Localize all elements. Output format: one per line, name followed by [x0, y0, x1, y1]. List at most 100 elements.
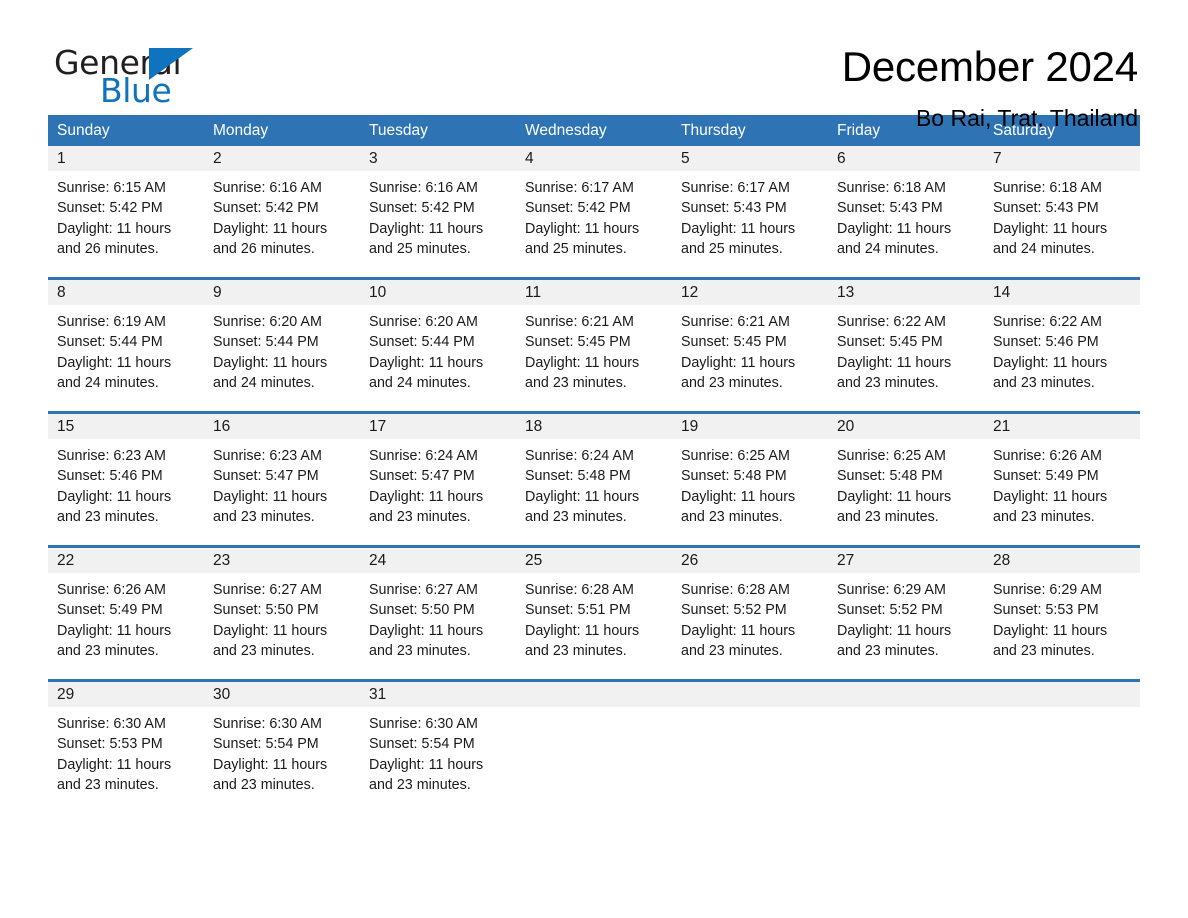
- day-cell[interactable]: 11 Sunrise: 6:21 AM Sunset: 5:45 PM Dayl…: [516, 280, 672, 411]
- logo-text-blue: Blue: [100, 71, 172, 110]
- day-cell[interactable]: 25 Sunrise: 6:28 AM Sunset: 5:51 PM Dayl…: [516, 548, 672, 679]
- day-cell[interactable]: 13 Sunrise: 6:22 AM Sunset: 5:45 PM Dayl…: [828, 280, 984, 411]
- sunrise-text: Sunrise: 6:25 AM: [837, 448, 946, 464]
- daylight-text-line1: Daylight: 11 hours: [681, 488, 796, 505]
- daylight-text-line1: Daylight: 11 hours: [993, 354, 1108, 371]
- daylight-text-line2: and 25 minutes.: [681, 240, 783, 257]
- day-cell-empty: [672, 682, 828, 813]
- day-number: [828, 682, 984, 707]
- day-info: Sunrise: 6:18 AM Sunset: 5:43 PM Dayligh…: [828, 171, 984, 259]
- daylight-text-line2: and 23 minutes.: [369, 642, 471, 659]
- day-cell[interactable]: 14 Sunrise: 6:22 AM Sunset: 5:46 PM Dayl…: [984, 280, 1140, 411]
- daylight-text-line2: and 23 minutes.: [57, 508, 159, 525]
- day-cell[interactable]: 1 Sunrise: 6:15 AM Sunset: 5:42 PM Dayli…: [48, 146, 204, 277]
- day-cell[interactable]: 29 Sunrise: 6:30 AM Sunset: 5:53 PM Dayl…: [48, 682, 204, 813]
- week-row: 22 Sunrise: 6:26 AM Sunset: 5:49 PM Dayl…: [48, 545, 1140, 679]
- day-cell[interactable]: 27 Sunrise: 6:29 AM Sunset: 5:52 PM Dayl…: [828, 548, 984, 679]
- daylight-text-line2: and 23 minutes.: [57, 642, 159, 659]
- sunset-text: Sunset: 5:47 PM: [369, 468, 475, 485]
- week-row: 15 Sunrise: 6:23 AM Sunset: 5:46 PM Dayl…: [48, 411, 1140, 545]
- day-cell[interactable]: 10 Sunrise: 6:20 AM Sunset: 5:44 PM Dayl…: [360, 280, 516, 411]
- sunrise-text: Sunrise: 6:22 AM: [993, 314, 1102, 330]
- sunrise-text: Sunrise: 6:17 AM: [525, 180, 634, 196]
- day-cell[interactable]: 16 Sunrise: 6:23 AM Sunset: 5:47 PM Dayl…: [204, 414, 360, 545]
- daylight-text-line2: and 23 minutes.: [369, 508, 471, 525]
- daylight-text-line1: Daylight: 11 hours: [837, 488, 952, 505]
- daylight-text-line1: Daylight: 11 hours: [681, 354, 796, 371]
- weekday-header-tuesday: Tuesday: [369, 122, 428, 139]
- sunrise-text: Sunrise: 6:24 AM: [369, 448, 478, 464]
- day-cell[interactable]: 23 Sunrise: 6:27 AM Sunset: 5:50 PM Dayl…: [204, 548, 360, 679]
- day-cell[interactable]: 8 Sunrise: 6:19 AM Sunset: 5:44 PM Dayli…: [48, 280, 204, 411]
- day-cell[interactable]: 3 Sunrise: 6:16 AM Sunset: 5:42 PM Dayli…: [360, 146, 516, 277]
- day-cell[interactable]: 30 Sunrise: 6:30 AM Sunset: 5:54 PM Dayl…: [204, 682, 360, 813]
- day-number: 6: [828, 146, 984, 171]
- day-number: 21: [984, 414, 1140, 439]
- daylight-text-line2: and 23 minutes.: [213, 642, 315, 659]
- sunrise-text: Sunrise: 6:23 AM: [57, 448, 166, 464]
- day-number: 29: [48, 682, 204, 707]
- day-cell[interactable]: 18 Sunrise: 6:24 AM Sunset: 5:48 PM Dayl…: [516, 414, 672, 545]
- daylight-text-line2: and 23 minutes.: [993, 642, 1095, 659]
- sunrise-text: Sunrise: 6:25 AM: [681, 448, 790, 464]
- sunset-text: Sunset: 5:50 PM: [369, 602, 475, 619]
- daylight-text-line1: Daylight: 11 hours: [525, 622, 640, 639]
- day-cell[interactable]: 20 Sunrise: 6:25 AM Sunset: 5:48 PM Dayl…: [828, 414, 984, 545]
- day-cell[interactable]: 19 Sunrise: 6:25 AM Sunset: 5:48 PM Dayl…: [672, 414, 828, 545]
- day-cell[interactable]: 9 Sunrise: 6:20 AM Sunset: 5:44 PM Dayli…: [204, 280, 360, 411]
- daylight-text-line2: and 24 minutes.: [57, 374, 159, 391]
- sunrise-text: Sunrise: 6:19 AM: [57, 314, 166, 330]
- weekday-header-friday: Friday: [837, 122, 881, 139]
- sunset-text: Sunset: 5:54 PM: [369, 736, 475, 753]
- daylight-text-line2: and 24 minutes.: [213, 374, 315, 391]
- day-cell[interactable]: 15 Sunrise: 6:23 AM Sunset: 5:46 PM Dayl…: [48, 414, 204, 545]
- day-cell[interactable]: 12 Sunrise: 6:21 AM Sunset: 5:45 PM Dayl…: [672, 280, 828, 411]
- day-cell[interactable]: 26 Sunrise: 6:28 AM Sunset: 5:52 PM Dayl…: [672, 548, 828, 679]
- day-info: Sunrise: 6:15 AM Sunset: 5:42 PM Dayligh…: [48, 171, 204, 259]
- day-cell[interactable]: 31 Sunrise: 6:30 AM Sunset: 5:54 PM Dayl…: [360, 682, 516, 813]
- daylight-text-line1: Daylight: 11 hours: [213, 488, 328, 505]
- sunset-text: Sunset: 5:46 PM: [57, 468, 163, 485]
- day-cell[interactable]: 21 Sunrise: 6:26 AM Sunset: 5:49 PM Dayl…: [984, 414, 1140, 545]
- day-cell[interactable]: 24 Sunrise: 6:27 AM Sunset: 5:50 PM Dayl…: [360, 548, 516, 679]
- daylight-text-line2: and 23 minutes.: [525, 642, 627, 659]
- day-number: [984, 682, 1140, 707]
- daylight-text-line1: Daylight: 11 hours: [837, 354, 952, 371]
- day-cell[interactable]: 28 Sunrise: 6:29 AM Sunset: 5:53 PM Dayl…: [984, 548, 1140, 679]
- sunset-text: Sunset: 5:50 PM: [213, 602, 319, 619]
- day-cell[interactable]: 6 Sunrise: 6:18 AM Sunset: 5:43 PM Dayli…: [828, 146, 984, 277]
- generalblue-logo[interactable]: General Blue: [48, 44, 198, 110]
- day-info: Sunrise: 6:17 AM Sunset: 5:42 PM Dayligh…: [516, 171, 672, 259]
- weekday-header-saturday: Saturday: [993, 122, 1056, 139]
- sunset-text: Sunset: 5:49 PM: [993, 468, 1099, 485]
- sunrise-text: Sunrise: 6:28 AM: [525, 582, 634, 598]
- daylight-text-line2: and 23 minutes.: [993, 508, 1095, 525]
- daylight-text-line1: Daylight: 11 hours: [993, 220, 1108, 237]
- sunrise-text: Sunrise: 6:26 AM: [993, 448, 1102, 464]
- sunrise-text: Sunrise: 6:16 AM: [369, 180, 478, 196]
- daylight-text-line1: Daylight: 11 hours: [369, 220, 484, 237]
- daylight-text-line1: Daylight: 11 hours: [57, 756, 172, 773]
- daylight-text-line2: and 26 minutes.: [57, 240, 159, 257]
- day-cell[interactable]: 22 Sunrise: 6:26 AM Sunset: 5:49 PM Dayl…: [48, 548, 204, 679]
- day-cell[interactable]: 7 Sunrise: 6:18 AM Sunset: 5:43 PM Dayli…: [984, 146, 1140, 277]
- sunrise-text: Sunrise: 6:21 AM: [681, 314, 790, 330]
- week-row: 8 Sunrise: 6:19 AM Sunset: 5:44 PM Dayli…: [48, 277, 1140, 411]
- daylight-text-line1: Daylight: 11 hours: [57, 220, 172, 237]
- sunrise-text: Sunrise: 6:27 AM: [213, 582, 322, 598]
- day-cell-empty: [516, 682, 672, 813]
- daylight-text-line1: Daylight: 11 hours: [57, 622, 172, 639]
- day-cell[interactable]: 2 Sunrise: 6:16 AM Sunset: 5:42 PM Dayli…: [204, 146, 360, 277]
- day-info: Sunrise: 6:20 AM Sunset: 5:44 PM Dayligh…: [360, 305, 516, 393]
- day-cell[interactable]: 17 Sunrise: 6:24 AM Sunset: 5:47 PM Dayl…: [360, 414, 516, 545]
- day-info: Sunrise: 6:27 AM Sunset: 5:50 PM Dayligh…: [204, 573, 360, 661]
- day-cell[interactable]: 5 Sunrise: 6:17 AM Sunset: 5:43 PM Dayli…: [672, 146, 828, 277]
- day-info: Sunrise: 6:30 AM Sunset: 5:54 PM Dayligh…: [360, 707, 516, 795]
- weekday-header-wednesday: Wednesday: [525, 122, 607, 139]
- day-cell[interactable]: 4 Sunrise: 6:17 AM Sunset: 5:42 PM Dayli…: [516, 146, 672, 277]
- sunset-text: Sunset: 5:43 PM: [993, 200, 1099, 217]
- sunset-text: Sunset: 5:44 PM: [57, 334, 163, 351]
- day-cell-empty: [984, 682, 1140, 813]
- day-number: 16: [204, 414, 360, 439]
- sunrise-text: Sunrise: 6:30 AM: [57, 716, 166, 732]
